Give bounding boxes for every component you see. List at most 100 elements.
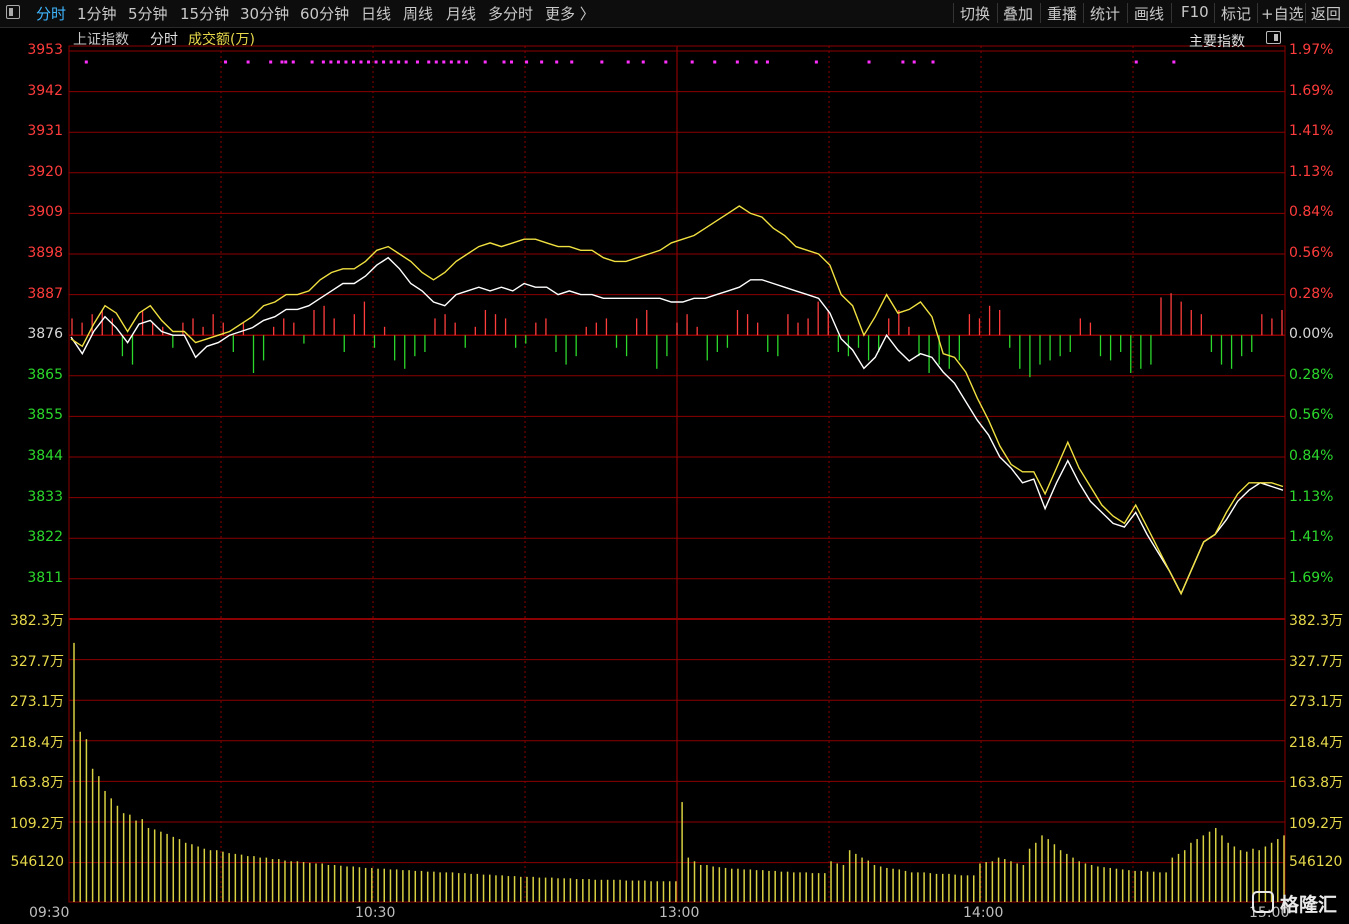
signal-marker bbox=[224, 60, 228, 64]
percent-tick-label: 0.84% bbox=[1289, 448, 1334, 464]
price-tick-label: 3822 bbox=[27, 529, 63, 546]
signal-marker bbox=[600, 60, 604, 64]
percent-tick-label: 1.97% bbox=[1289, 42, 1334, 58]
volume-tick-label-right: 382.3万 bbox=[1289, 613, 1344, 629]
signal-marker bbox=[867, 60, 871, 64]
percent-tick-label: 0.56% bbox=[1289, 245, 1334, 261]
signal-marker bbox=[415, 60, 419, 64]
percent-tick-label: 1.13% bbox=[1289, 488, 1334, 505]
signal-marker bbox=[427, 60, 431, 64]
signal-marker bbox=[555, 60, 559, 64]
signal-marker bbox=[442, 60, 446, 64]
time-tick-label: 13:00 bbox=[659, 905, 700, 921]
signal-marker bbox=[464, 60, 468, 64]
logo-icon bbox=[1252, 891, 1274, 913]
price-tick-label: 3898 bbox=[27, 245, 63, 261]
percent-tick-label: 0.28% bbox=[1289, 285, 1334, 302]
index-name: 上证指数 bbox=[73, 32, 129, 48]
volume-tick-label: 163.8万 bbox=[9, 775, 64, 792]
signal-marker bbox=[483, 60, 487, 64]
signal-marker bbox=[321, 60, 325, 64]
price-tick-label: 3909 bbox=[27, 204, 63, 221]
percent-tick-label: 1.69% bbox=[1289, 569, 1334, 586]
signal-marker bbox=[246, 60, 250, 64]
signal-marker bbox=[359, 60, 363, 64]
signal-marker bbox=[540, 60, 544, 64]
percent-tick-label: 1.41% bbox=[1289, 123, 1334, 140]
volume-tick-label-right: 109.2万 bbox=[1289, 816, 1344, 832]
price-tick-label: 3887 bbox=[27, 285, 63, 302]
volume-tick-label: 327.7万 bbox=[9, 653, 64, 670]
signal-marker bbox=[525, 60, 529, 64]
time-tick-label: 09:30 bbox=[29, 905, 70, 921]
signal-marker bbox=[382, 60, 386, 64]
signal-marker bbox=[641, 60, 645, 64]
signal-marker bbox=[626, 60, 630, 64]
signal-marker bbox=[690, 60, 694, 64]
price-tick-label: 3844 bbox=[27, 448, 63, 464]
signal-marker bbox=[269, 60, 273, 64]
time-tick-label: 10:30 bbox=[355, 905, 396, 921]
signal-marker bbox=[404, 60, 408, 64]
signal-marker bbox=[434, 60, 438, 64]
price-tick-label: 3855 bbox=[27, 407, 63, 424]
signal-marker bbox=[351, 60, 355, 64]
volume-tick-label: 546120 bbox=[10, 853, 64, 870]
signal-marker bbox=[449, 60, 453, 64]
signal-marker bbox=[397, 60, 401, 64]
price-tick-label: 3953 bbox=[27, 42, 63, 58]
signal-marker bbox=[84, 60, 88, 64]
volume-tick-label-right: 273.1万 bbox=[1289, 694, 1344, 711]
signal-marker bbox=[814, 60, 818, 64]
percent-tick-label: 0.84% bbox=[1289, 204, 1334, 221]
signal-marker bbox=[1134, 60, 1138, 64]
signal-marker bbox=[754, 60, 758, 64]
signal-marker bbox=[374, 60, 378, 64]
signal-marker bbox=[291, 60, 295, 64]
signal-marker bbox=[280, 60, 284, 64]
volume-tick-label: 382.3万 bbox=[9, 613, 64, 629]
signal-marker bbox=[664, 60, 668, 64]
price-tick-label: 3833 bbox=[27, 488, 63, 505]
intraday-chart[interactable] bbox=[0, 0, 1349, 924]
panel-toggle-icon[interactable] bbox=[1266, 31, 1281, 44]
signal-marker bbox=[367, 60, 371, 64]
price-tick-label: 3942 bbox=[27, 82, 63, 99]
percent-tick-label: 1.41% bbox=[1289, 529, 1334, 546]
chart-mode-label: 分时 bbox=[150, 32, 178, 48]
signal-marker bbox=[765, 60, 769, 64]
signal-marker bbox=[1172, 60, 1176, 64]
volume-tick-label-right: 163.8万 bbox=[1289, 775, 1344, 792]
signal-marker bbox=[502, 60, 506, 64]
price-tick-label: 3811 bbox=[27, 569, 63, 586]
price-tick-label: 3920 bbox=[27, 163, 63, 180]
signal-marker bbox=[310, 60, 314, 64]
percent-tick-label: 1.69% bbox=[1289, 82, 1334, 99]
signal-marker bbox=[912, 60, 916, 64]
volume-tick-label-right: 218.4万 bbox=[1289, 734, 1344, 751]
signal-marker bbox=[336, 60, 340, 64]
signal-marker bbox=[901, 60, 905, 64]
signal-marker bbox=[713, 60, 717, 64]
signal-marker bbox=[931, 60, 935, 64]
time-tick-label: 14:00 bbox=[963, 905, 1004, 921]
percent-tick-label: 0.28% bbox=[1289, 366, 1334, 383]
volume-unit-label: 成交额(万) bbox=[188, 32, 255, 48]
percent-tick-label: 1.13% bbox=[1289, 163, 1334, 180]
price-tick-label: 3876 bbox=[27, 326, 63, 343]
volume-tick-label: 109.2万 bbox=[9, 816, 64, 832]
signal-marker bbox=[510, 60, 514, 64]
signal-marker bbox=[570, 60, 574, 64]
volume-tick-label: 273.1万 bbox=[9, 694, 64, 711]
percent-tick-label: 0.56% bbox=[1289, 407, 1334, 424]
signal-marker bbox=[735, 60, 739, 64]
volume-tick-label: 218.4万 bbox=[9, 734, 64, 751]
main-index-button[interactable]: 主要指数 bbox=[1189, 31, 1245, 51]
watermark: 格隆汇 bbox=[1280, 894, 1338, 916]
signal-marker bbox=[284, 60, 288, 64]
price-tick-label: 3931 bbox=[27, 123, 63, 140]
volume-tick-label-right: 327.7万 bbox=[1289, 653, 1344, 670]
signal-marker bbox=[329, 60, 333, 64]
signal-marker bbox=[457, 60, 461, 64]
volume-tick-label-right: 546120 bbox=[1289, 853, 1343, 870]
